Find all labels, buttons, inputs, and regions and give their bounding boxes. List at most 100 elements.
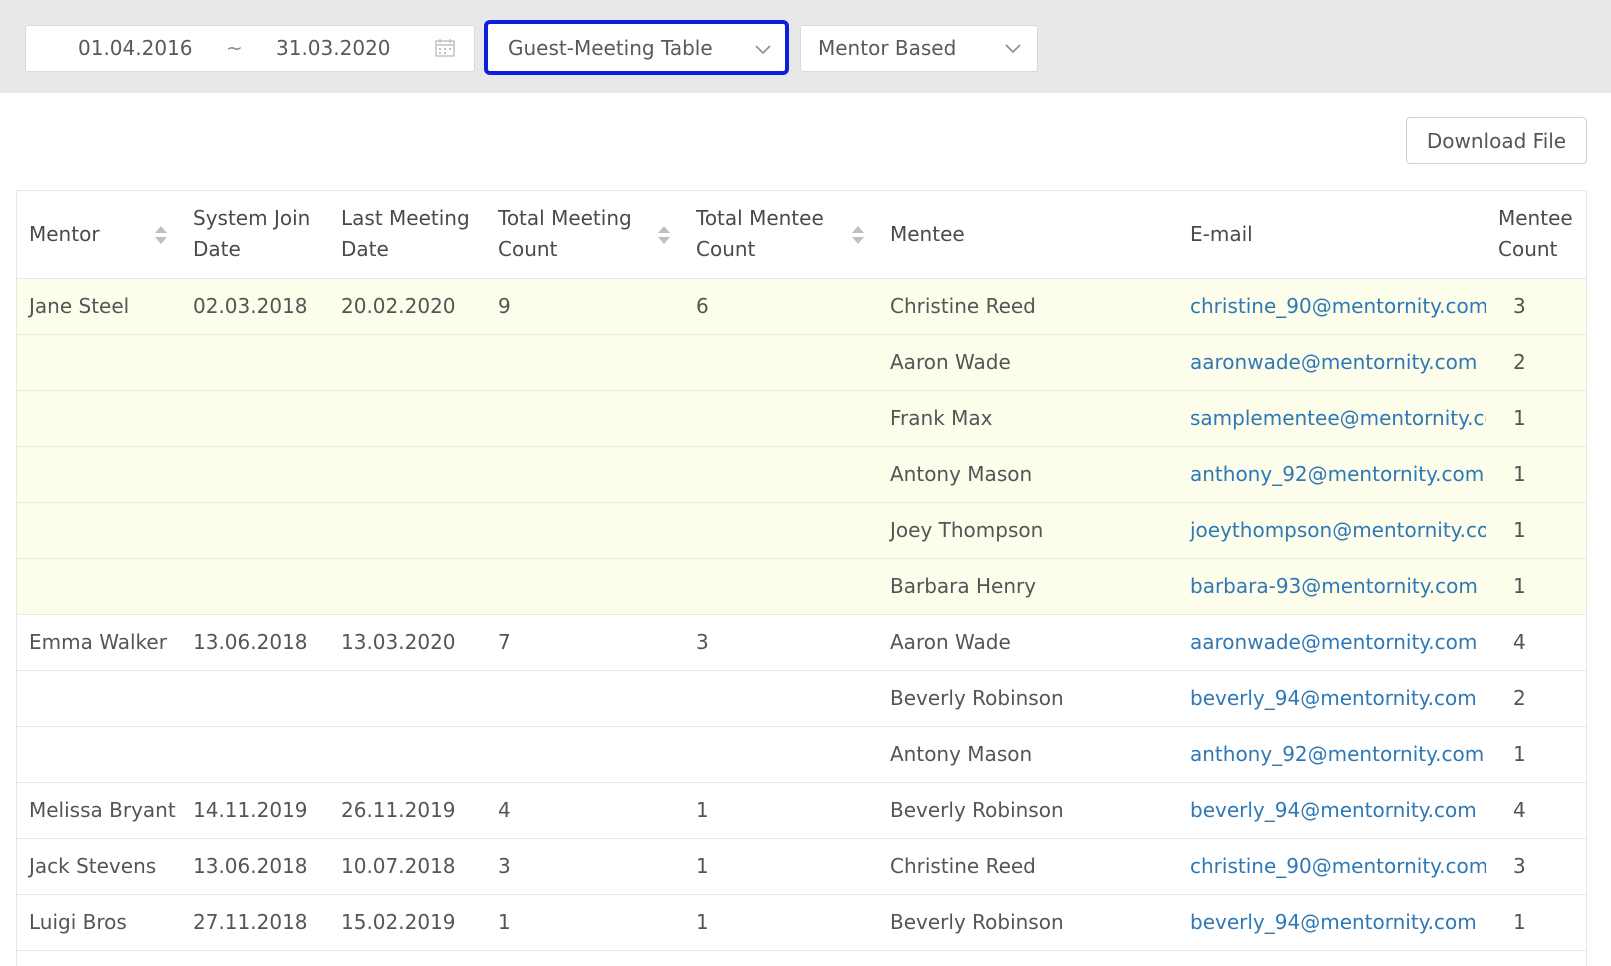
cell-total-mentee-count bbox=[684, 390, 878, 447]
date-end[interactable]: 31.03.2020 bbox=[276, 36, 391, 60]
cell-mentor: Jane Steel bbox=[17, 278, 181, 335]
col-tmen-label-2: Count bbox=[696, 237, 756, 262]
download-file-button[interactable]: Download File bbox=[1406, 117, 1587, 164]
cell-join-date: 13.06.2018 bbox=[181, 838, 329, 895]
cell-email[interactable]: barbara-93@mentornity.com bbox=[1178, 558, 1486, 615]
cell-mentee-count bbox=[1486, 950, 1586, 966]
cell-join-date: 13.06.2018 bbox=[181, 614, 329, 671]
table-row[interactable]: Frank Max samplementee@mentornity.com 1 bbox=[17, 390, 1586, 447]
cell-mentee-count: 1 bbox=[1486, 390, 1586, 447]
cell-total-mentee-count: 1 bbox=[684, 782, 878, 839]
table-row[interactable]: Antony Mason anthony_92@mentornity.com 1 bbox=[17, 446, 1586, 503]
col-email-header: E-mail bbox=[1178, 191, 1486, 279]
cell-last-meeting bbox=[329, 950, 486, 966]
cell-total-meeting-count bbox=[486, 726, 684, 783]
cell-email[interactable]: anthony_92@mentornity.com bbox=[1178, 726, 1486, 783]
cell-mentee: Beverly Robinson bbox=[878, 670, 1178, 727]
cell-total-mentee-count: 1 bbox=[684, 894, 878, 951]
guest-meeting-table: Mentor System Join Date Last Meeting Date … bbox=[16, 190, 1587, 966]
col-last-label-2: Date bbox=[341, 237, 389, 262]
table-row[interactable] bbox=[17, 950, 1586, 966]
cell-total-meeting-count: 9 bbox=[486, 278, 684, 335]
cell-mentee: Beverly Robinson bbox=[878, 894, 1178, 951]
cell-join-date bbox=[181, 334, 329, 391]
table-row[interactable]: Antony Mason anthony_92@mentornity.com 1 bbox=[17, 726, 1586, 783]
cell-total-meeting-count bbox=[486, 670, 684, 727]
table-row[interactable]: Luigi Bros 27.11.2018 15.02.2019 1 1 Beverly … bbox=[17, 894, 1586, 951]
col-total-meeting-header[interactable]: Total Meeting Count bbox=[486, 191, 684, 279]
cell-mentee-count: 1 bbox=[1486, 894, 1586, 951]
cell-join-date: 27.11.2018 bbox=[181, 894, 329, 951]
cell-total-mentee-count bbox=[684, 502, 878, 559]
sort-icon[interactable] bbox=[155, 226, 167, 246]
cell-total-meeting-count: 7 bbox=[486, 614, 684, 671]
col-mentee-label: Mentee bbox=[890, 221, 965, 246]
cell-total-mentee-count bbox=[684, 558, 878, 615]
cell-mentor: Emma Walker bbox=[17, 614, 181, 671]
col-mentor-label: Mentor bbox=[29, 221, 100, 246]
cell-total-mentee-count bbox=[684, 334, 878, 391]
cell-email[interactable]: beverly_94@mentornity.com bbox=[1178, 782, 1486, 839]
cell-last-meeting: 26.11.2019 bbox=[329, 782, 486, 839]
sort-icon[interactable] bbox=[852, 226, 864, 246]
table-row[interactable]: Aaron Wade aaronwade@mentornity.com 2 bbox=[17, 334, 1586, 391]
cell-email[interactable] bbox=[1178, 950, 1486, 966]
cell-email[interactable]: aaronwade@mentornity.com bbox=[1178, 334, 1486, 391]
col-total-mentee-header[interactable]: Total Mentee Count bbox=[684, 191, 878, 279]
report-type-select[interactable]: Guest-Meeting Table bbox=[484, 20, 789, 75]
cell-mentor bbox=[17, 558, 181, 615]
cell-total-meeting-count: 1 bbox=[486, 894, 684, 951]
calendar-icon[interactable] bbox=[435, 39, 455, 57]
cell-email[interactable]: samplementee@mentornity.com bbox=[1178, 390, 1486, 447]
col-tmc-label-2: Count bbox=[498, 237, 558, 262]
sort-icon[interactable] bbox=[658, 226, 670, 246]
cell-email[interactable]: joeythompson@mentornity.com bbox=[1178, 502, 1486, 559]
cell-mentee-count: 2 bbox=[1486, 670, 1586, 727]
cell-mentee-count: 1 bbox=[1486, 502, 1586, 559]
cell-total-mentee-count bbox=[684, 726, 878, 783]
date-start[interactable]: 01.04.2016 bbox=[78, 36, 193, 60]
table-row[interactable]: Joey Thompson joeythompson@mentornity.com… bbox=[17, 502, 1586, 559]
cell-join-date bbox=[181, 726, 329, 783]
table-row[interactable]: Beverly Robinson beverly_94@mentornity.co… bbox=[17, 670, 1586, 727]
col-mentee-count-header: Mentee Count bbox=[1486, 191, 1586, 279]
col-mc-label-1: Mentee bbox=[1498, 206, 1573, 231]
table-row[interactable]: Melissa Bryant 14.11.2019 26.11.2019 4 1 Beve… bbox=[17, 782, 1586, 839]
col-mentor-header[interactable]: Mentor bbox=[17, 191, 181, 279]
grouping-select[interactable]: Mentor Based bbox=[800, 25, 1038, 72]
cell-mentor bbox=[17, 726, 181, 783]
table-row[interactable]: Jack Stevens 13.06.2018 10.07.2018 3 1 Christ… bbox=[17, 838, 1586, 895]
cell-join-date bbox=[181, 446, 329, 503]
cell-last-meeting: 10.07.2018 bbox=[329, 838, 486, 895]
filter-bar: 01.04.2016 ~ 31.03.2020 Guest-Meeting Ta… bbox=[0, 0, 1611, 93]
cell-email[interactable]: beverly_94@mentornity.com bbox=[1178, 894, 1486, 951]
date-range-picker[interactable]: 01.04.2016 ~ 31.03.2020 bbox=[25, 25, 475, 72]
cell-last-meeting: 15.02.2019 bbox=[329, 894, 486, 951]
cell-last-meeting bbox=[329, 502, 486, 559]
table-row[interactable]: Barbara Henry barbara-93@mentornity.com 1 bbox=[17, 558, 1586, 615]
cell-last-meeting bbox=[329, 558, 486, 615]
cell-mentee: Antony Mason bbox=[878, 446, 1178, 503]
cell-mentee-count: 2 bbox=[1486, 334, 1586, 391]
col-tmen-label-1: Total Mentee bbox=[696, 206, 824, 231]
cell-email[interactable]: anthony_92@mentornity.com bbox=[1178, 446, 1486, 503]
cell-mentee-count: 1 bbox=[1486, 446, 1586, 503]
table-row[interactable]: Emma Walker 13.06.2018 13.03.2020 7 3 Aaron W… bbox=[17, 614, 1586, 671]
col-join-label-1: System Join bbox=[193, 206, 311, 231]
cell-total-meeting-count bbox=[486, 502, 684, 559]
cell-total-mentee-count: 6 bbox=[684, 278, 878, 335]
table-row[interactable]: Jane Steel 02.03.2018 20.02.2020 9 6 Christin… bbox=[17, 278, 1586, 335]
cell-email[interactable]: christine_90@mentornity.com bbox=[1178, 278, 1486, 335]
cell-last-meeting bbox=[329, 446, 486, 503]
col-last-meeting-header: Last Meeting Date bbox=[329, 191, 486, 279]
cell-total-mentee-count bbox=[684, 446, 878, 503]
cell-mentor bbox=[17, 502, 181, 559]
col-mc-label-2: Count bbox=[1498, 237, 1558, 262]
cell-email[interactable]: beverly_94@mentornity.com bbox=[1178, 670, 1486, 727]
cell-mentor bbox=[17, 334, 181, 391]
cell-email[interactable]: aaronwade@mentornity.com bbox=[1178, 614, 1486, 671]
cell-total-mentee-count: 1 bbox=[684, 838, 878, 895]
cell-mentee-count: 3 bbox=[1486, 838, 1586, 895]
cell-total-meeting-count bbox=[486, 558, 684, 615]
cell-email[interactable]: christine_90@mentornity.com bbox=[1178, 838, 1486, 895]
